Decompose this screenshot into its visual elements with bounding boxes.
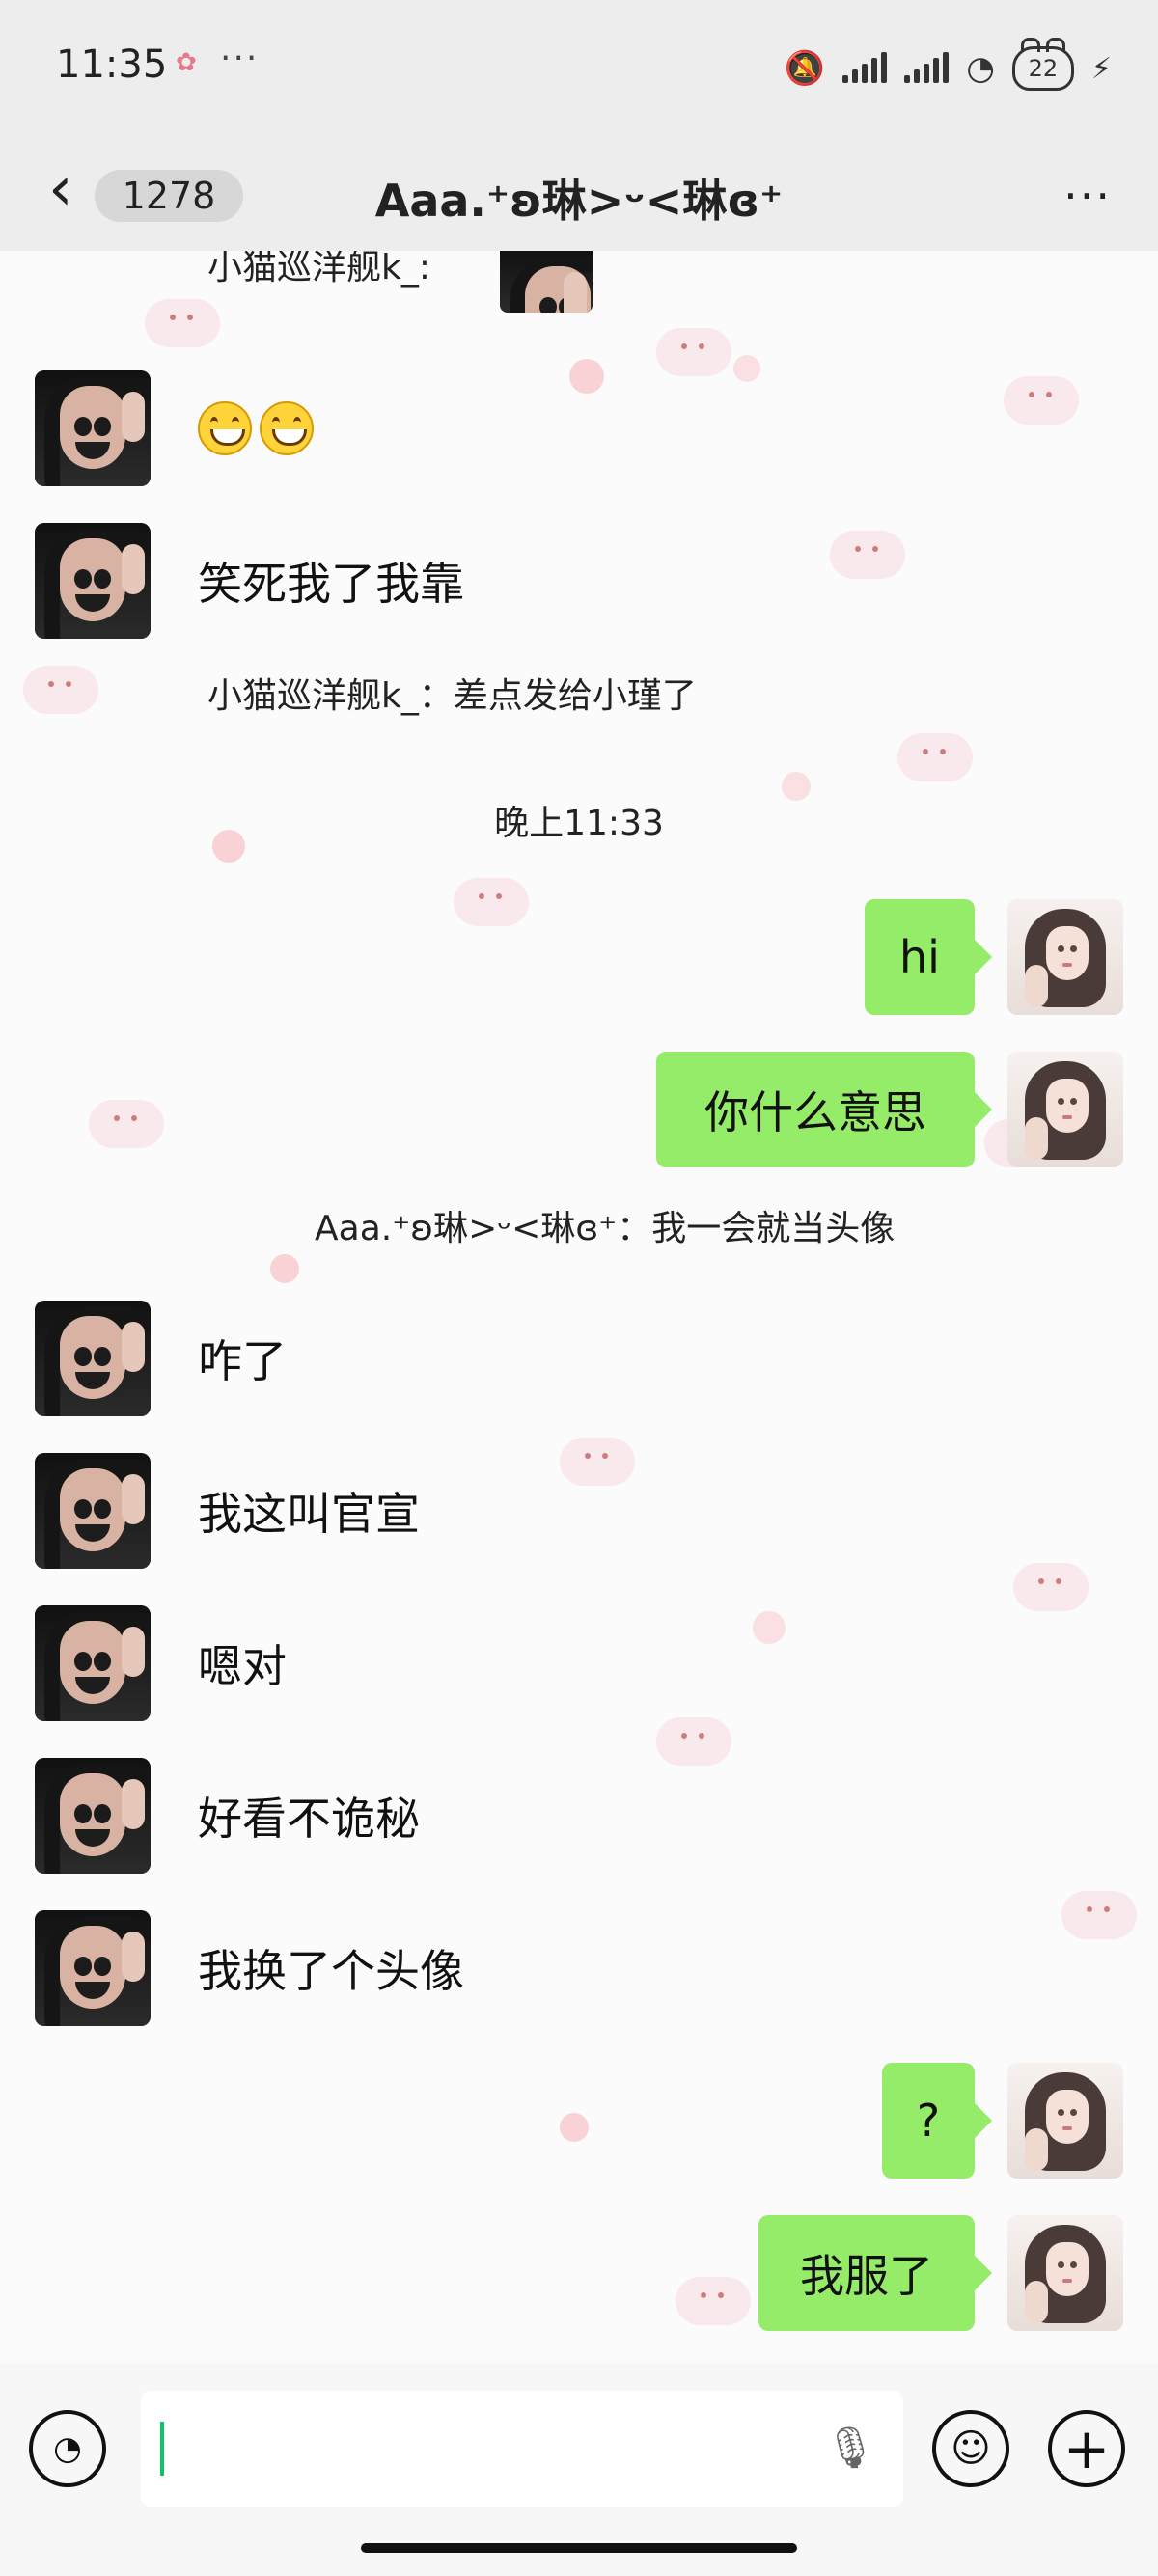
background-bunny-icon <box>145 299 220 347</box>
emoji-icon[interactable]: ☺ <box>932 2410 1009 2487</box>
timestamp: 晚上11:33 <box>0 795 1158 845</box>
my-avatar[interactable] <box>1007 2215 1123 2331</box>
background-bunny-icon <box>1013 1563 1089 1611</box>
background-circle-icon <box>560 2113 589 2142</box>
forwarded-note-line: 小猫巡洋舰k_：差点发给小瑾了 <box>207 668 941 718</box>
background-bunny-icon <box>23 666 98 714</box>
incoming-message[interactable]: 我这叫官宣 <box>198 1453 420 1569</box>
background-bunny-icon <box>656 1717 731 1766</box>
muted-bell-icon: 🔕 <box>784 49 826 88</box>
background-bunny-icon <box>89 1100 164 1148</box>
background-circle-icon <box>753 1611 786 1644</box>
chat-title: Aaa.⁺ʚ琳>ᵕ<琳ɞ⁺ <box>374 175 784 227</box>
contact-avatar[interactable] <box>35 1910 151 2026</box>
home-indicator <box>361 2543 797 2553</box>
status-time: 11:35 <box>56 42 168 87</box>
background-bunny-icon <box>676 2277 751 2325</box>
forwarded-note-text: 小猫巡洋舰k_：差点发给小瑾了 <box>207 676 697 716</box>
background-bunny-icon <box>830 531 905 579</box>
incoming-message[interactable]: 我换了个头像 <box>198 1910 464 2026</box>
incoming-message[interactable]: 嗯对 <box>198 1605 287 1721</box>
background-circle-icon <box>270 1254 299 1283</box>
battery-level: 22 <box>1028 55 1059 82</box>
contact-avatar[interactable] <box>35 523 151 639</box>
partial-avatar[interactable] <box>500 251 593 313</box>
background-circle-icon <box>733 355 760 382</box>
voice-icon[interactable]: ◔ <box>29 2410 106 2487</box>
contact-avatar[interactable] <box>35 1301 151 1416</box>
background-bunny-icon <box>656 328 731 376</box>
message-input[interactable]: 🎙 <box>141 2391 903 2507</box>
background-bunny-icon <box>1004 376 1079 425</box>
contact-avatar[interactable] <box>35 370 151 486</box>
incoming-message[interactable]: 笑死我了我靠 <box>198 523 464 639</box>
timestamp-text: 晚上11:33 <box>494 804 664 843</box>
outgoing-message[interactable]: ? <box>882 2063 992 2179</box>
incoming-message[interactable]: 咋了 <box>198 1301 287 1416</box>
status-more-icon: ··· <box>220 39 260 78</box>
signal-icon <box>904 52 950 83</box>
microphone-icon[interactable]: 🎙 <box>825 2424 876 2472</box>
outgoing-message[interactable]: hi <box>865 899 992 1015</box>
grinning-face-icon <box>260 401 314 455</box>
grinning-face-icon <box>198 401 252 455</box>
chat-area[interactable]: 小猫巡洋舰k_: 笑死我了我靠 小猫巡洋舰k_：差点发给小瑾了 晚上11:33 … <box>0 251 1158 2364</box>
plus-icon[interactable]: + <box>1048 2410 1125 2487</box>
background-circle-icon <box>569 359 604 394</box>
battery-icon: 22 <box>1011 38 1074 91</box>
contact-avatar[interactable] <box>35 1605 151 1721</box>
more-options-icon[interactable]: ··· <box>1063 170 1112 222</box>
background-bunny-icon <box>1062 1891 1137 1939</box>
my-avatar[interactable] <box>1007 899 1123 1015</box>
text-cursor <box>160 2422 164 2476</box>
background-bunny-icon <box>560 1438 635 1486</box>
contact-avatar[interactable] <box>35 1758 151 1874</box>
status-icons: 🔕 ◔ 22 ⚡ <box>784 38 1112 93</box>
incoming-message[interactable]: 好看不诡秘 <box>198 1758 420 1874</box>
my-avatar[interactable] <box>1007 1052 1123 1167</box>
status-bar: 11:35 ✿ ··· 🔕 ◔ 22 ⚡ <box>0 0 1158 137</box>
background-bunny-icon <box>897 733 973 781</box>
system-message: Aaa.⁺ʚ琳>ᵕ<琳ɞ⁺：我一会就当头像 <box>315 1200 990 1250</box>
signal-icon <box>842 52 888 83</box>
wifi-icon: ◔ <box>966 49 995 88</box>
notification-dot-icon: ✿ <box>176 48 197 77</box>
outgoing-message[interactable]: 你什么意思 <box>656 1052 992 1167</box>
my-avatar[interactable] <box>1007 2063 1123 2179</box>
chat-header: ‹ 1278 Aaa.⁺ʚ琳>ᵕ<琳ɞ⁺ ··· <box>0 137 1158 251</box>
incoming-emoji-message[interactable] <box>198 370 314 486</box>
contact-avatar[interactable] <box>35 1453 151 1569</box>
outgoing-message[interactable]: 我服了 <box>758 2215 992 2331</box>
system-message-text: Aaa.⁺ʚ琳>ᵕ<琳ɞ⁺：我一会就当头像 <box>315 1209 896 1248</box>
partial-sender-text: 小猫巡洋舰k_: <box>207 251 430 288</box>
charging-icon: ⚡ <box>1090 51 1112 86</box>
background-bunny-icon <box>454 878 529 926</box>
